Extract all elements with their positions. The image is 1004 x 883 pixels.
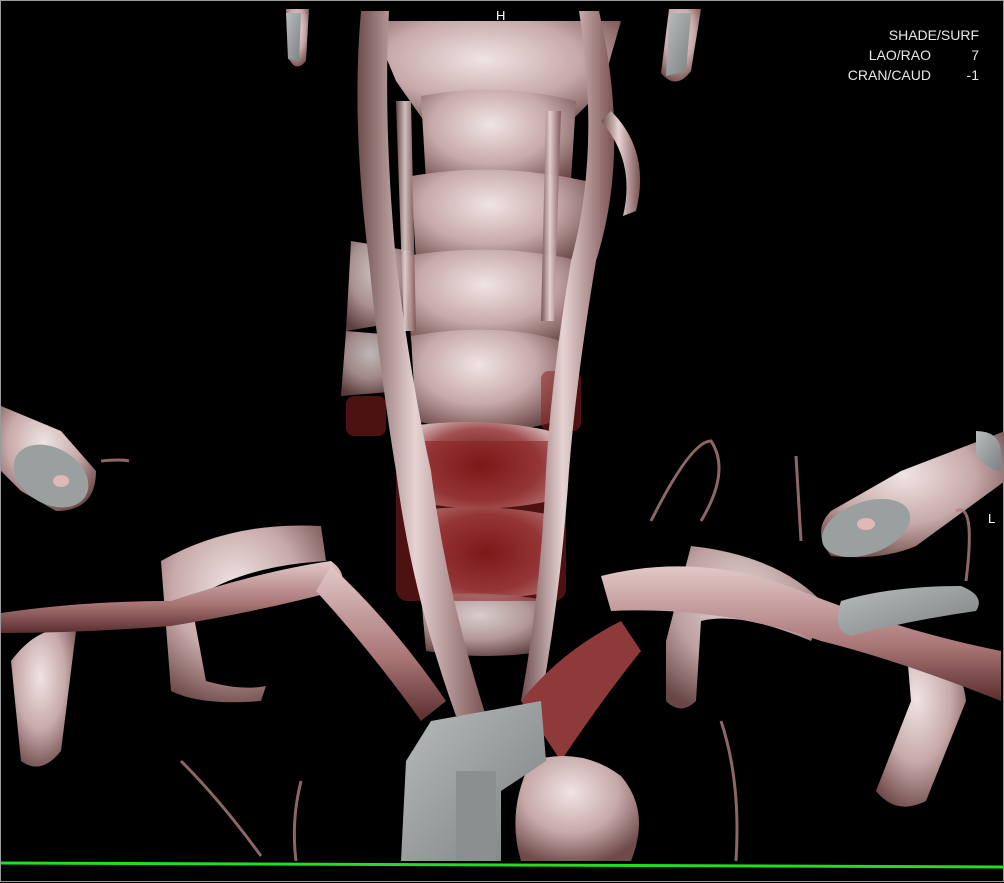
lao-rao-row: LAO/RAO 7: [848, 45, 979, 65]
render-info-overlay: SHADE/SURF LAO/RAO 7 CRAN/CAUD -1: [848, 25, 979, 85]
orientation-marker-top: H: [496, 8, 506, 23]
cran-caud-value: -1: [966, 67, 979, 83]
cran-caud-label: CRAN/CAUD: [847, 67, 931, 83]
lao-rao-value: 7: [971, 47, 979, 63]
reference-line: [1, 861, 1004, 869]
lao-rao-label: LAO/RAO: [868, 47, 931, 63]
3d-volume-viewport[interactable]: H L SHADE/SURF LAO/RAO 7 CRAN/CAUD -1: [0, 0, 1004, 882]
cran-caud-row: CRAN/CAUD -1: [848, 65, 979, 85]
orientation-marker-right: L: [988, 511, 996, 526]
render-mode-row: SHADE/SURF: [848, 25, 979, 45]
ct-angiography-volume-render: [1, 9, 1004, 869]
render-mode-label: SHADE/SURF: [888, 27, 979, 43]
